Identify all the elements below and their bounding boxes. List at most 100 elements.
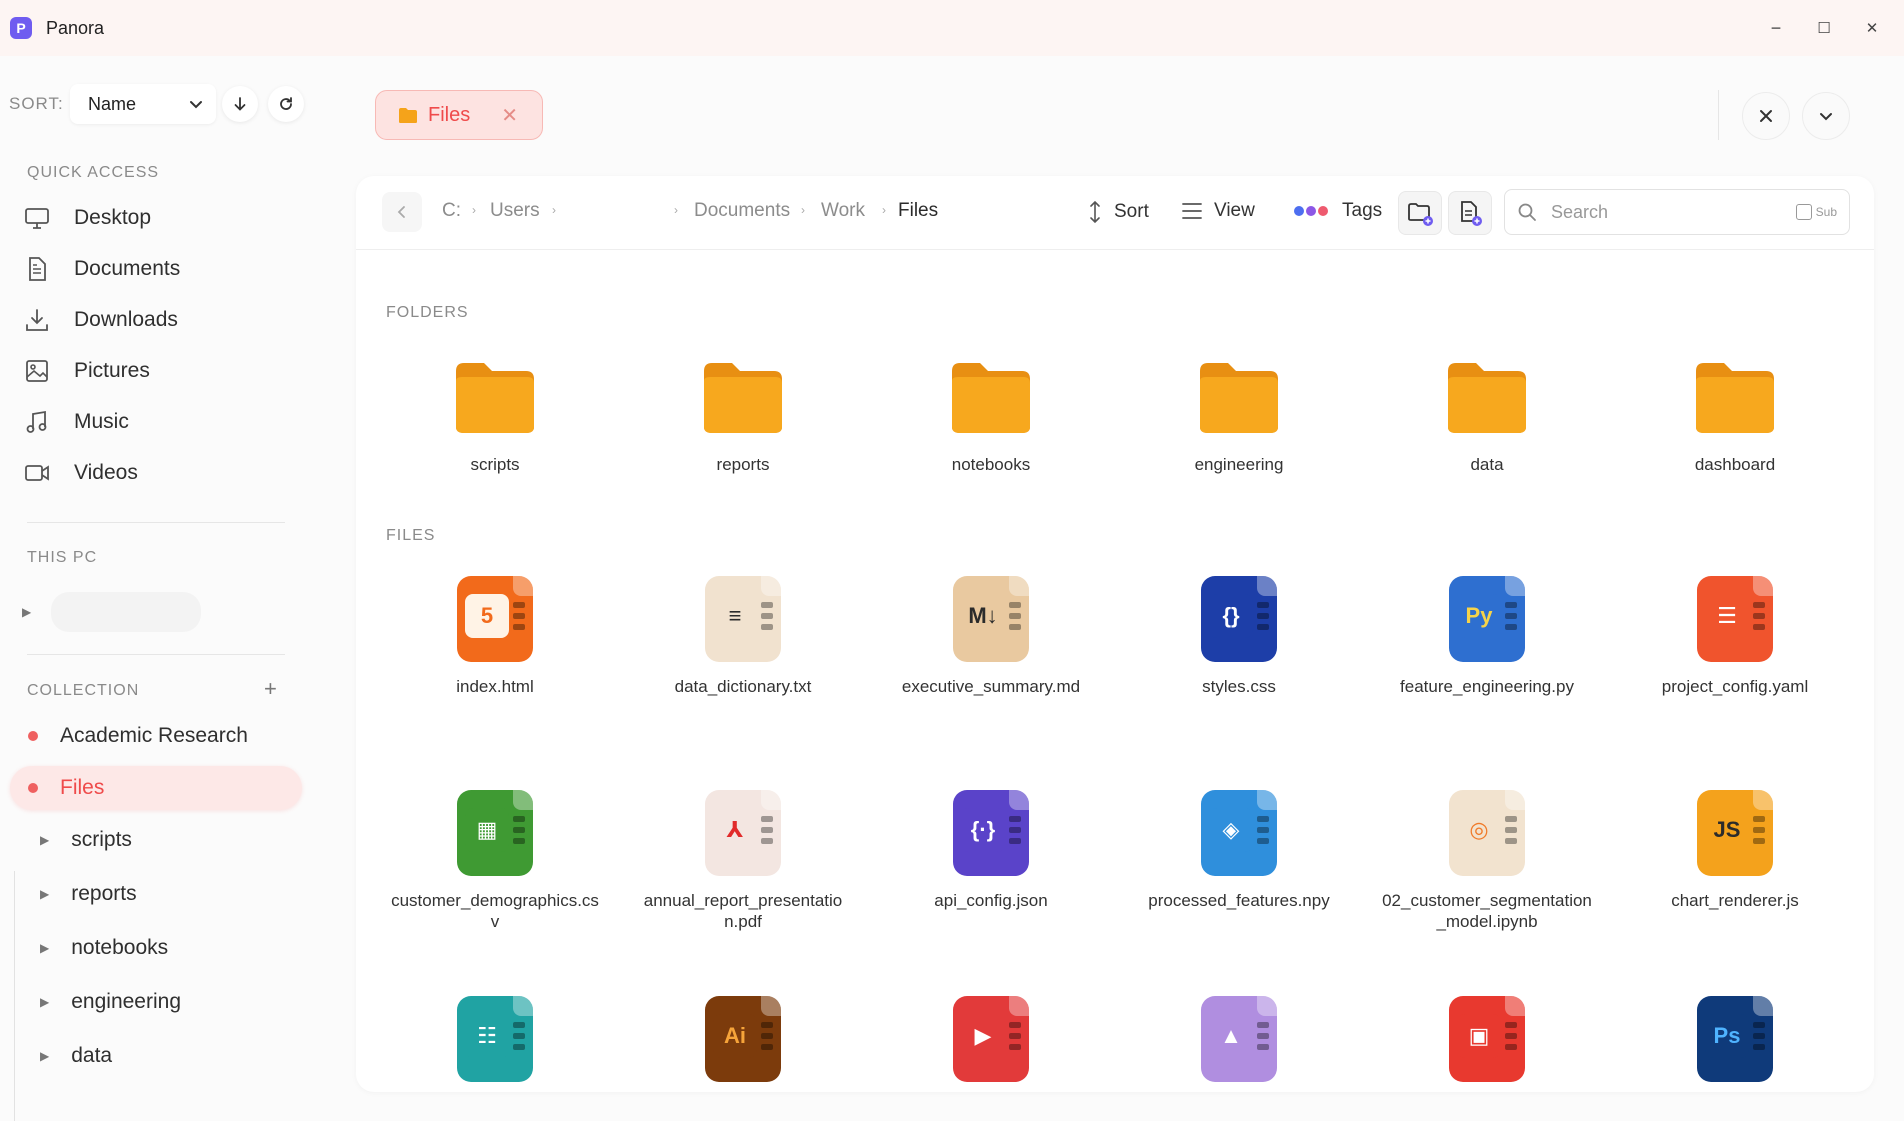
search-input[interactable] <box>1551 201 1771 223</box>
file-tile[interactable]: ≡ data_dictionary.txt <box>628 574 858 697</box>
file-tile[interactable]: ☷ <box>380 994 610 1092</box>
breadcrumb-item[interactable]: C: <box>442 200 461 222</box>
toolbar-separator <box>1718 90 1719 140</box>
file-tile[interactable]: ▦ customer_demographics.csv <box>380 788 610 932</box>
file-glyph: Py <box>1457 594 1501 638</box>
breadcrumb-item[interactable]: Users <box>490 200 540 222</box>
file-tile[interactable]: JS chart_renderer.js <box>1620 788 1850 911</box>
folder-tile[interactable]: reports <box>628 352 858 475</box>
collection-dot-icon <box>28 731 38 741</box>
new-file-icon <box>1461 201 1482 226</box>
tree-item-scripts[interactable]: ▶ scripts <box>40 828 132 852</box>
file-tile[interactable]: ◈ processed_features.npy <box>1124 788 1354 911</box>
folder-tile[interactable]: data <box>1372 352 1602 475</box>
sidebar-item-videos[interactable]: Videos <box>24 455 138 491</box>
file-type-icon: ◎ <box>1442 788 1532 878</box>
file-glyph: 5 <box>465 594 509 638</box>
expand-triangle-icon: ▶ <box>40 833 50 847</box>
files-heading: FILES <box>386 527 436 544</box>
tree-item-reports[interactable]: ▶ reports <box>40 882 137 906</box>
file-tile[interactable]: ▶ <box>876 994 1106 1092</box>
quick-access-heading: QUICK ACCESS <box>27 164 160 181</box>
sidebar-divider <box>27 654 285 655</box>
minimize-button[interactable]: − <box>1762 14 1790 42</box>
file-tile[interactable]: ▣ <box>1372 994 1602 1092</box>
sidebar-item-documents[interactable]: Documents <box>24 251 180 287</box>
collection-item-academic-research[interactable]: Academic Research <box>10 714 302 758</box>
sort-direction-button[interactable] <box>222 86 258 122</box>
file-name: project_config.yaml <box>1661 677 1809 696</box>
sort-button[interactable]: Sort <box>1088 200 1149 224</box>
file-tile[interactable]: Ps <box>1620 994 1850 1092</box>
folder-tile[interactable]: engineering <box>1124 352 1354 475</box>
file-tile[interactable]: Ai <box>628 994 858 1092</box>
file-name: feature_engineering.py <box>1400 677 1574 696</box>
file-tile[interactable]: 5 index.html <box>380 574 610 697</box>
tabs-menu-button[interactable] <box>1802 92 1850 140</box>
breadcrumb-item[interactable]: Work <box>821 200 865 222</box>
file-tile[interactable]: ☰ project_config.yaml <box>1620 574 1850 697</box>
file-name: 02_customer_segmentation_model.ipynb <box>1382 891 1592 931</box>
file-tile[interactable]: {·} api_config.json <box>876 788 1106 911</box>
folder-name: reports <box>716 455 770 474</box>
sidebar-item-desktop[interactable]: Desktop <box>24 200 151 236</box>
list-icon <box>1182 203 1202 219</box>
maximize-button[interactable]: ☐ <box>1810 14 1838 42</box>
view-button[interactable]: View <box>1182 200 1255 222</box>
new-folder-icon <box>1408 203 1433 226</box>
file-browser-panel: C: › Users › › Documents › Work › Files … <box>356 176 1874 1092</box>
tab-label: Files <box>428 103 471 126</box>
sidebar-item-pictures[interactable]: Pictures <box>24 353 150 389</box>
sidebar-item-music[interactable]: Music <box>24 404 129 440</box>
checkbox-icon <box>1795 204 1812 220</box>
file-glyph: ☷ <box>465 1014 509 1058</box>
add-collection-button[interactable]: + <box>264 676 277 702</box>
tree-item-label: engineering <box>71 990 181 1013</box>
folder-tile[interactable]: dashboard <box>1620 352 1850 475</box>
file-glyph: ☰ <box>1705 594 1749 638</box>
file-tile[interactable]: ⅄ annual_report_presentation.pdf <box>628 788 858 932</box>
tree-item-engineering[interactable]: ▶ engineering <box>40 990 181 1014</box>
back-button[interactable] <box>382 192 422 232</box>
file-name: customer_demographics.csv <box>391 891 599 931</box>
sort-select-value: Name <box>88 93 137 114</box>
file-tile[interactable]: Py feature_engineering.py <box>1372 574 1602 697</box>
tags-button[interactable]: Tags <box>1294 200 1382 222</box>
tree-item-data[interactable]: ▶ data <box>40 1044 112 1068</box>
music-icon <box>26 410 47 433</box>
this-pc-drive-row[interactable]: ▶ <box>22 592 202 632</box>
image-icon <box>26 360 48 382</box>
breadcrumb-item[interactable]: Documents <box>694 200 790 222</box>
download-icon <box>26 309 48 331</box>
collection-dot-icon <box>28 783 38 793</box>
file-tile[interactable]: ▲ <box>1124 994 1354 1092</box>
folder-tile[interactable]: notebooks <box>876 352 1106 475</box>
file-tile[interactable]: {} styles.css <box>1124 574 1354 697</box>
file-type-icon: ☷ <box>450 994 540 1084</box>
file-type-icon: 5 <box>450 574 540 664</box>
file-tile[interactable]: M↓ executive_summary.md <box>876 574 1106 697</box>
breadcrumb-current[interactable]: Files <box>898 200 938 222</box>
sidebar-item-downloads[interactable]: Downloads <box>24 302 178 338</box>
close-window-button[interactable]: ✕ <box>1858 14 1886 42</box>
collection-item-files[interactable]: Files <box>10 766 302 810</box>
folder-tile[interactable]: scripts <box>380 352 610 475</box>
expand-triangle-icon: ▶ <box>22 605 32 619</box>
arrow-down-icon <box>234 97 246 111</box>
file-tile[interactable]: ◎ 02_customer_segmentation_model.ipynb <box>1372 788 1602 932</box>
tree-item-notebooks[interactable]: ▶ notebooks <box>40 936 168 960</box>
file-type-icon: ▶ <box>946 994 1036 1084</box>
file-type-icon: {} <box>1194 574 1284 664</box>
close-tab-button[interactable] <box>1742 92 1790 140</box>
subfolder-checkbox[interactable]: Sub <box>1795 204 1837 220</box>
sort-select[interactable]: Name <box>70 84 216 124</box>
tab-files[interactable]: Files ✕ <box>375 90 543 140</box>
new-folder-button[interactable] <box>1398 191 1442 235</box>
sort-label: SORT: <box>9 94 64 113</box>
new-file-button[interactable] <box>1448 191 1492 235</box>
file-glyph: {} <box>1209 594 1253 638</box>
tab-close-button[interactable]: ✕ <box>501 103 518 128</box>
folder-icon <box>946 352 1036 442</box>
monitor-icon <box>25 208 49 229</box>
refresh-button[interactable] <box>268 86 304 122</box>
